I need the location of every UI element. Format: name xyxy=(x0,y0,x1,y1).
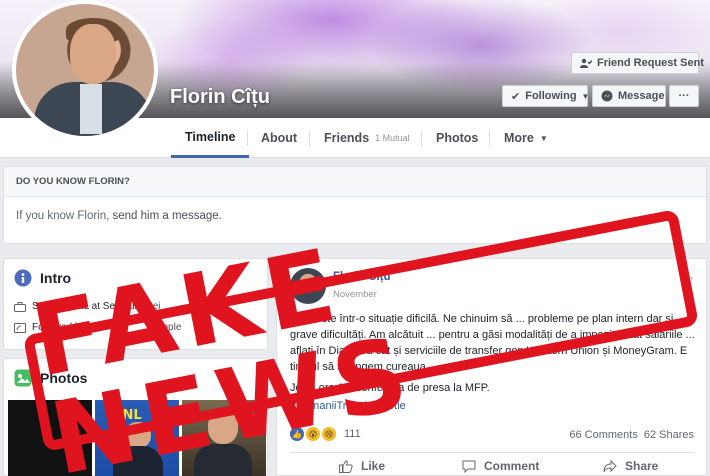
avatar-shirt xyxy=(80,84,102,134)
shares-count[interactable]: 62 Shares xyxy=(644,429,694,441)
rss-icon xyxy=(14,322,26,333)
share-label: Share xyxy=(625,459,659,473)
comment-icon xyxy=(462,460,476,473)
message-button[interactable]: Message xyxy=(592,85,666,107)
messenger-icon xyxy=(601,90,613,102)
following-button[interactable]: ✔ Following ▼ xyxy=(502,85,590,107)
friend-request-sent-button[interactable]: Friend Request Sent xyxy=(571,52,704,74)
comments-count[interactable]: 66 Comments xyxy=(569,429,637,441)
comment-button[interactable]: Comment xyxy=(462,459,539,473)
tab-photos[interactable]: Photos xyxy=(436,118,478,158)
tab-photos-label: Photos xyxy=(436,131,479,145)
friend-request-label: Friend Request Sent xyxy=(597,57,704,69)
tab-timeline-label: Timeline xyxy=(185,129,236,144)
more-options-label: ··· xyxy=(678,90,690,102)
tab-friends[interactable]: Friends 1 Mutual xyxy=(324,118,410,158)
post-stats: 66 Comments 62 Shares xyxy=(569,429,694,441)
profile-name: Florin Cîțu xyxy=(170,86,270,108)
avatar-head xyxy=(70,24,116,84)
more-options-button[interactable]: ··· xyxy=(669,85,699,107)
tab-timeline[interactable]: Timeline xyxy=(171,118,250,158)
share-icon xyxy=(603,459,617,472)
profile-avatar[interactable] xyxy=(12,0,158,140)
tab-about[interactable]: About xyxy=(261,118,297,158)
tab-more-label: More xyxy=(504,131,534,145)
post-divider xyxy=(290,452,695,453)
share-button[interactable]: Share xyxy=(603,459,658,473)
check-icon: ✔ xyxy=(511,90,521,103)
tab-divider xyxy=(309,130,310,146)
tab-divider xyxy=(421,130,422,146)
caret-down-icon: ▼ xyxy=(581,91,590,101)
caret-down-icon: ▼ xyxy=(539,133,548,143)
tab-divider xyxy=(489,130,490,146)
comment-label: Comment xyxy=(484,459,540,473)
thumbs-up-icon xyxy=(339,459,353,473)
like-label: Like xyxy=(361,459,386,473)
briefcase-icon xyxy=(14,301,26,312)
tab-friends-mutual: 1 Mutual xyxy=(375,133,410,143)
message-label: Message xyxy=(618,90,665,102)
person-check-icon xyxy=(580,58,592,68)
like-button[interactable]: Like xyxy=(339,459,385,473)
know-panel-text: If you know Florin, xyxy=(16,210,113,222)
tab-divider xyxy=(247,130,248,146)
tab-more[interactable]: More ▼ xyxy=(504,118,548,158)
send-message-link[interactable]: send him a message. xyxy=(113,210,222,222)
tab-about-label: About xyxy=(261,131,298,145)
following-label: Following xyxy=(525,90,577,102)
tab-friends-label: Friends xyxy=(324,131,370,145)
